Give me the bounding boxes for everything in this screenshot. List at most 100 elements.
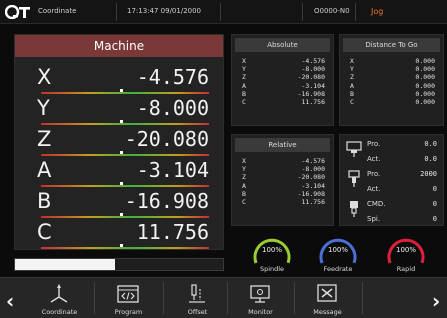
relative-title: Relative: [235, 138, 330, 152]
axes-icon: [50, 284, 68, 303]
gauge-label: Feedrate: [323, 265, 353, 273]
axis-value: 11.756: [136, 220, 209, 244]
coord-value: -4.576: [301, 157, 325, 165]
coord-value: -8.000: [301, 165, 325, 174]
axis-row-z: Z -20.080: [15, 127, 223, 159]
distance-to-go-panel: Distance To Go X 0.000 Y 0.000 Z 0.000 A 0.0…: [339, 34, 444, 126]
nav-label: Program: [114, 308, 143, 316]
status-panel: Pro. 0.0 Act. 0.0 Pro. 2000 Act. 0 CMD. …: [339, 134, 444, 226]
axis-row-c: C 11.756: [15, 220, 223, 252]
status-label: Pro.: [367, 140, 381, 148]
coord-value: 11.756: [301, 197, 325, 206]
axis-value: -3.104: [136, 158, 209, 182]
list-item: A 0.000: [350, 82, 435, 90]
axis-marker: [120, 120, 123, 123]
list-item: C 0.000: [350, 98, 435, 106]
axis-indicator-bar: [41, 154, 209, 156]
list-item: B 0.000: [350, 90, 435, 98]
status-value: 0.0: [424, 155, 437, 163]
axis-label: C: [37, 220, 52, 244]
axis-value: -16.908: [124, 189, 209, 213]
nav-left-arrow[interactable]: ‹: [6, 289, 14, 313]
coord-label: X: [242, 157, 246, 165]
gauge-label: Spindle: [259, 265, 285, 273]
coord-value: 0.000: [415, 65, 435, 74]
list-item: A -3.104: [242, 182, 325, 190]
coord-value: -16.908: [297, 189, 325, 198]
axis-marker: [120, 89, 123, 92]
status-value: 2000: [420, 170, 437, 178]
code-icon: [117, 285, 139, 303]
nav-button-message[interactable]: Message: [294, 281, 361, 317]
progress-bar: [14, 258, 224, 271]
message-icon: [317, 284, 337, 302]
coord-value: -20.080: [297, 73, 325, 82]
mode-indicator: Jog: [371, 7, 384, 16]
relative-panel: Relative X -4.576 Y -8.000 Z -20.080 A -3.10…: [231, 134, 334, 226]
coord-value: -3.104: [301, 181, 325, 190]
coord-label: X: [350, 57, 354, 65]
coord-value: 0.000: [415, 81, 435, 90]
coord-label: Z: [242, 173, 246, 182]
coord-label: A: [242, 181, 246, 190]
list-item: X -4.576: [242, 157, 325, 165]
monitor-icon: [250, 285, 270, 303]
nav-button-coordinate[interactable]: Coordinate: [26, 281, 93, 317]
status-row: Pro. 0.0: [340, 137, 443, 151]
coord-label: X: [242, 57, 246, 65]
list-item: Z -20.080: [242, 173, 325, 181]
nav-label: Offset: [187, 308, 208, 316]
coord-label: C: [242, 97, 246, 106]
coord-label: Z: [242, 73, 246, 82]
axis-marker: [120, 213, 123, 216]
status-label: Pro.: [367, 170, 381, 178]
logo: [5, 5, 30, 19]
machine-panel: Machine X -4.576 Y -8.000 Z -20.080 A -3…: [14, 34, 224, 250]
list-item: C 11.756: [242, 98, 325, 106]
axis-row-a: A -3.104: [15, 158, 223, 190]
nav-right-arrow[interactable]: ›: [432, 289, 440, 313]
axis-row-x: X -4.576: [15, 65, 223, 97]
absolute-title: Absolute: [235, 38, 330, 52]
nav-button-program[interactable]: Program: [95, 281, 162, 317]
distance-list: X 0.000 Y 0.000 Z 0.000 A 0.000 B 0.000 C 0.00…: [350, 57, 435, 106]
list-item: Z -20.080: [242, 73, 325, 81]
coord-label: B: [242, 89, 246, 98]
coord-label: Y: [242, 65, 246, 74]
axis-label: Y: [37, 96, 50, 120]
axis-label: Z: [37, 127, 52, 151]
axis-value: -4.576: [136, 65, 209, 89]
datetime: 17:13:47 09/01/2000: [127, 7, 202, 15]
distance-title: Distance To Go: [343, 38, 440, 52]
gauge-label: Rapid: [396, 265, 416, 273]
axis-value: -8.000: [136, 96, 209, 120]
list-item: Y -8.000: [242, 165, 325, 173]
nav-button-offset[interactable]: Offset: [164, 281, 231, 317]
coord-label: C: [350, 97, 354, 106]
program-number: O0000-N0: [314, 7, 350, 15]
divider: [220, 3, 221, 21]
status-row: Spi. 0: [340, 212, 443, 226]
coord-value: 0.000: [415, 73, 435, 82]
coord-value: 0.000: [415, 57, 435, 65]
divider: [355, 3, 356, 21]
coord-value: -20.080: [297, 173, 325, 182]
list-item: Z 0.000: [350, 73, 435, 81]
coord-label: A: [242, 81, 246, 90]
status-row: Act. 0.0: [340, 152, 443, 166]
coord-value: -3.104: [301, 81, 325, 90]
status-value: 0.0: [424, 140, 437, 148]
status-label: Spi.: [367, 215, 381, 223]
list-item: X 0.000: [350, 57, 435, 65]
coord-label: A: [350, 81, 354, 90]
gauge-value: 100%: [327, 246, 348, 254]
coord-label: Y: [242, 165, 246, 174]
axis-indicator-bar: [41, 123, 209, 125]
bottom-nav: ‹ › Coordinate Program Offset Monitor Me…: [0, 277, 447, 318]
relative-list: X -4.576 Y -8.000 Z -20.080 A -3.104 B -16.90…: [242, 157, 325, 206]
nav-button-monitor[interactable]: Monitor: [227, 281, 294, 317]
progress-fill: [15, 259, 115, 270]
list-item: Y 0.000: [350, 65, 435, 73]
axis-row-b: B -16.908: [15, 189, 223, 221]
list-item: A -3.104: [242, 82, 325, 90]
